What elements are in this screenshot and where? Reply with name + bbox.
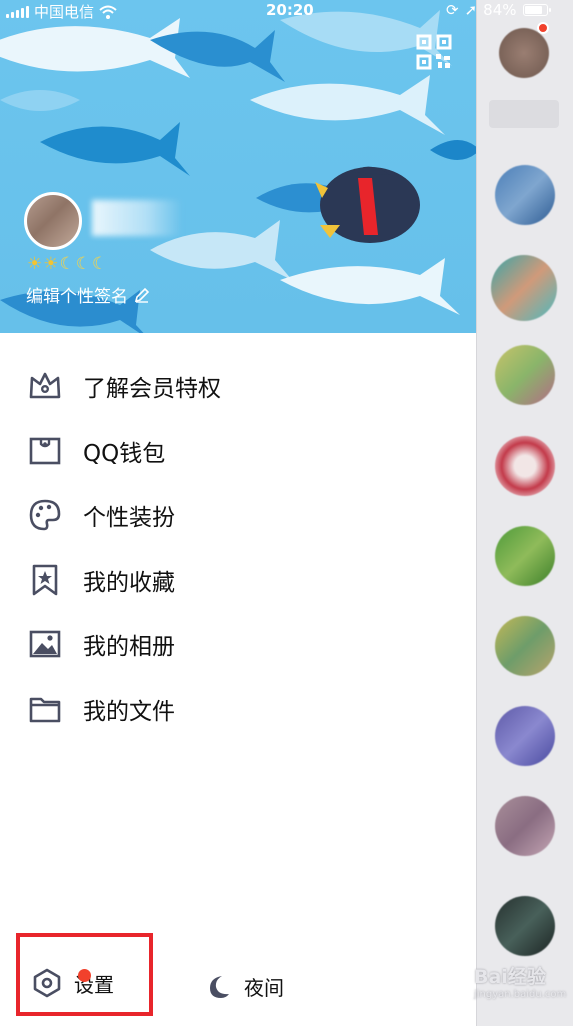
edit-signature-button[interactable]: 编辑个性签名 [26,282,150,307]
signature-label: 编辑个性签名 [26,287,128,307]
sun-icon: ☀ [43,254,59,274]
menu-label: 我的文件 [83,698,175,725]
conversation-avatar[interactable] [495,896,555,956]
carrier-name: 中国电信 [34,3,95,21]
menu-label: 我的收藏 [83,569,175,596]
palette-icon [27,497,63,533]
moon-icon: ☾ [75,254,91,274]
folder-icon [27,691,63,727]
menu-label: 我的相册 [83,634,175,661]
settings-badge [78,969,91,982]
night-mode-button[interactable]: 夜间 [204,972,284,1001]
menu-item-favorites[interactable]: 我的收藏 [0,548,476,613]
conversation-avatar[interactable] [495,165,555,225]
conversation-avatar[interactable] [495,345,555,405]
battery-icon [522,4,551,16]
settings-hexagon-icon [33,968,61,998]
pencil-icon [134,287,150,303]
conversation-avatar[interactable] [495,436,555,496]
penguin-mascot [315,166,420,243]
screen: ☀ ☀ ☾ ☾ ☾ 编辑个性签名 中国电信 20:20 ⟳ ➚ 84% 了解会员… [0,0,573,1026]
wifi-icon [99,5,117,19]
menu-item-theme[interactable]: 个性装扮 [0,483,476,548]
drawer-menu: 了解会员特权 QQ钱包 个性装扮 我的收藏 我的相册 我的文件 [0,354,476,741]
signal-icon [6,5,29,18]
menu-label: 个性装扮 [83,505,175,532]
moon-icon: ☾ [59,254,75,274]
conversation-avatar[interactable] [495,526,555,586]
menu-item-wallet[interactable]: QQ钱包 [0,419,476,484]
status-bar: 中国电信 20:20 ⟳ ➚ 84% [0,0,573,22]
crown-icon [27,368,63,404]
unread-dot [537,22,549,34]
menu-item-album[interactable]: 我的相册 [0,612,476,677]
watermark-brand: Bai经验 [474,966,546,988]
conversation-avatar[interactable] [495,706,555,766]
conversation-avatar[interactable] [491,255,557,321]
image-icon [27,626,63,662]
bookmark-star-icon [27,562,63,598]
battery-percent: 84% [483,1,517,19]
search-bar-preview[interactable] [489,100,559,128]
wallet-icon [27,433,63,469]
moon-icon [210,975,229,998]
drawer-bottom-bar: 设置 夜间 [0,950,476,1026]
qr-code-button[interactable] [416,34,452,70]
rotation-lock-icon: ⟳ [446,1,459,19]
menu-label: 了解会员特权 [83,376,221,403]
level-badges[interactable]: ☀ ☀ ☾ ☾ ☾ [27,254,107,274]
sun-icon: ☀ [27,254,43,274]
conversation-avatar[interactable] [499,28,549,78]
conversation-list-preview[interactable] [476,0,573,1026]
settings-button[interactable]: 设置 [32,968,114,998]
night-label: 夜间 [244,976,284,1000]
location-icon: ➚ [464,1,478,19]
watermark-url: jingyan.baidu.com [474,989,567,1000]
user-avatar[interactable] [24,192,82,250]
baidu-jingyan-watermark: Bai经验 jingyan.baidu.com [474,962,569,1014]
profile-banner: ☀ ☀ ☾ ☾ ☾ 编辑个性签名 [0,0,476,333]
menu-item-files[interactable]: 我的文件 [0,677,476,742]
menu-label: QQ钱包 [83,440,166,467]
conversation-avatar[interactable] [495,616,555,676]
moon-icon: ☾ [92,254,108,274]
menu-item-vip[interactable]: 了解会员特权 [0,354,476,419]
qr-code-icon [416,34,452,70]
clock: 20:20 [266,1,314,19]
conversation-avatar[interactable] [495,796,555,856]
nickname-blurred [92,200,182,236]
